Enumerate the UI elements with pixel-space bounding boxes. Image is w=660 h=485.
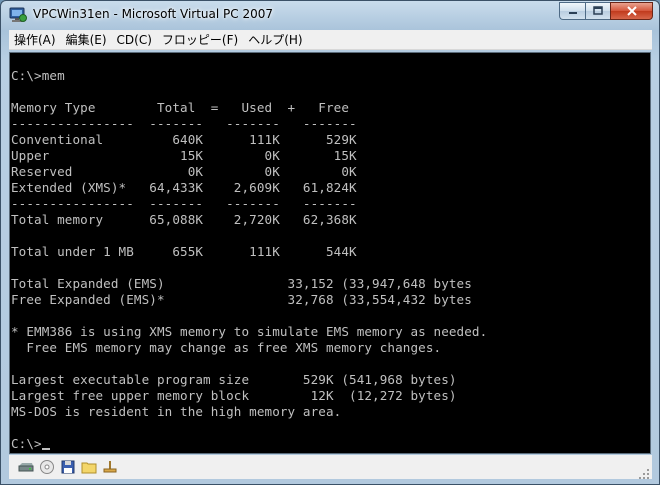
cd-drive-icon[interactable] xyxy=(38,459,56,475)
console-line: Largest executable program size 529K (54… xyxy=(11,372,457,387)
hard-disk-icon[interactable] xyxy=(17,459,35,475)
console-line: MS-DOS is resident in the high memory ar… xyxy=(11,404,342,419)
virtual-pc-icon[interactable] xyxy=(9,6,27,24)
console-line: Largest free upper memory block 12K (12,… xyxy=(11,388,457,403)
console-line: Total under 1 MB 655K 111K 544K xyxy=(11,244,357,259)
menu-floppy[interactable]: フロッピー(F) xyxy=(157,30,243,50)
menu-edit[interactable]: 編集(E) xyxy=(61,30,112,50)
console-output: C:\>mem Memory Type Total = Used + Free … xyxy=(11,68,487,452)
caption-buttons xyxy=(559,2,653,20)
maximize-button[interactable] xyxy=(585,2,610,20)
close-button[interactable] xyxy=(610,2,653,20)
dos-console-screen[interactable]: C:\>mem Memory Type Total = Used + Free … xyxy=(9,52,651,454)
text-cursor xyxy=(41,448,50,450)
floppy-icon[interactable] xyxy=(59,459,77,475)
status-bar xyxy=(9,455,652,479)
shared-folder-icon[interactable] xyxy=(80,459,98,475)
window-title: VPCWin31en - Microsoft Virtual PC 2007 xyxy=(33,7,273,21)
title-bar[interactable]: VPCWin31en - Microsoft Virtual PC 2007 xyxy=(1,1,659,29)
console-line: Extended (XMS)* 64,433K 2,609K 61,824K xyxy=(11,180,357,195)
console-line: Memory Type Total = Used + Free xyxy=(11,100,350,115)
console-line: Free Expanded (EMS)* 32,768 (33,554,432 … xyxy=(11,292,472,307)
menu-bar: 操作(A) 編集(E) CD(C) フロッピー(F) ヘルプ(H) xyxy=(9,30,652,50)
network-icon[interactable] xyxy=(101,459,119,475)
console-line: Free EMS memory may change as free XMS m… xyxy=(11,340,442,355)
console-line: * EMM386 is using XMS memory to simulate… xyxy=(11,324,488,339)
menu-help[interactable]: ヘルプ(H) xyxy=(243,30,307,50)
console-line: Total Expanded (EMS) 33,152 (33,947,648 … xyxy=(11,276,472,291)
console-line: C:\> xyxy=(11,436,42,451)
console-line: Total memory 65,088K 2,720K 62,368K xyxy=(11,212,357,227)
console-line: Reserved 0K 0K 0K xyxy=(11,164,357,179)
resize-grip-icon[interactable] xyxy=(638,465,650,479)
console-line: Conventional 640K 111K 529K xyxy=(11,132,357,147)
virtual-pc-window: VPCWin31en - Microsoft Virtual PC 2007 操… xyxy=(0,0,660,485)
menu-action[interactable]: 操作(A) xyxy=(9,30,61,50)
console-line: C:\>mem xyxy=(11,68,65,83)
minimize-button[interactable] xyxy=(559,2,585,20)
close-icon xyxy=(626,6,637,16)
console-line: ---------------- ------- ------- ------- xyxy=(11,196,357,211)
console-line: ---------------- ------- ------- ------- xyxy=(11,116,357,131)
minimize-icon xyxy=(568,12,577,14)
menu-cd[interactable]: CD(C) xyxy=(112,30,157,50)
console-line: Upper 15K 0K 15K xyxy=(11,148,357,163)
maximize-icon xyxy=(593,6,603,15)
